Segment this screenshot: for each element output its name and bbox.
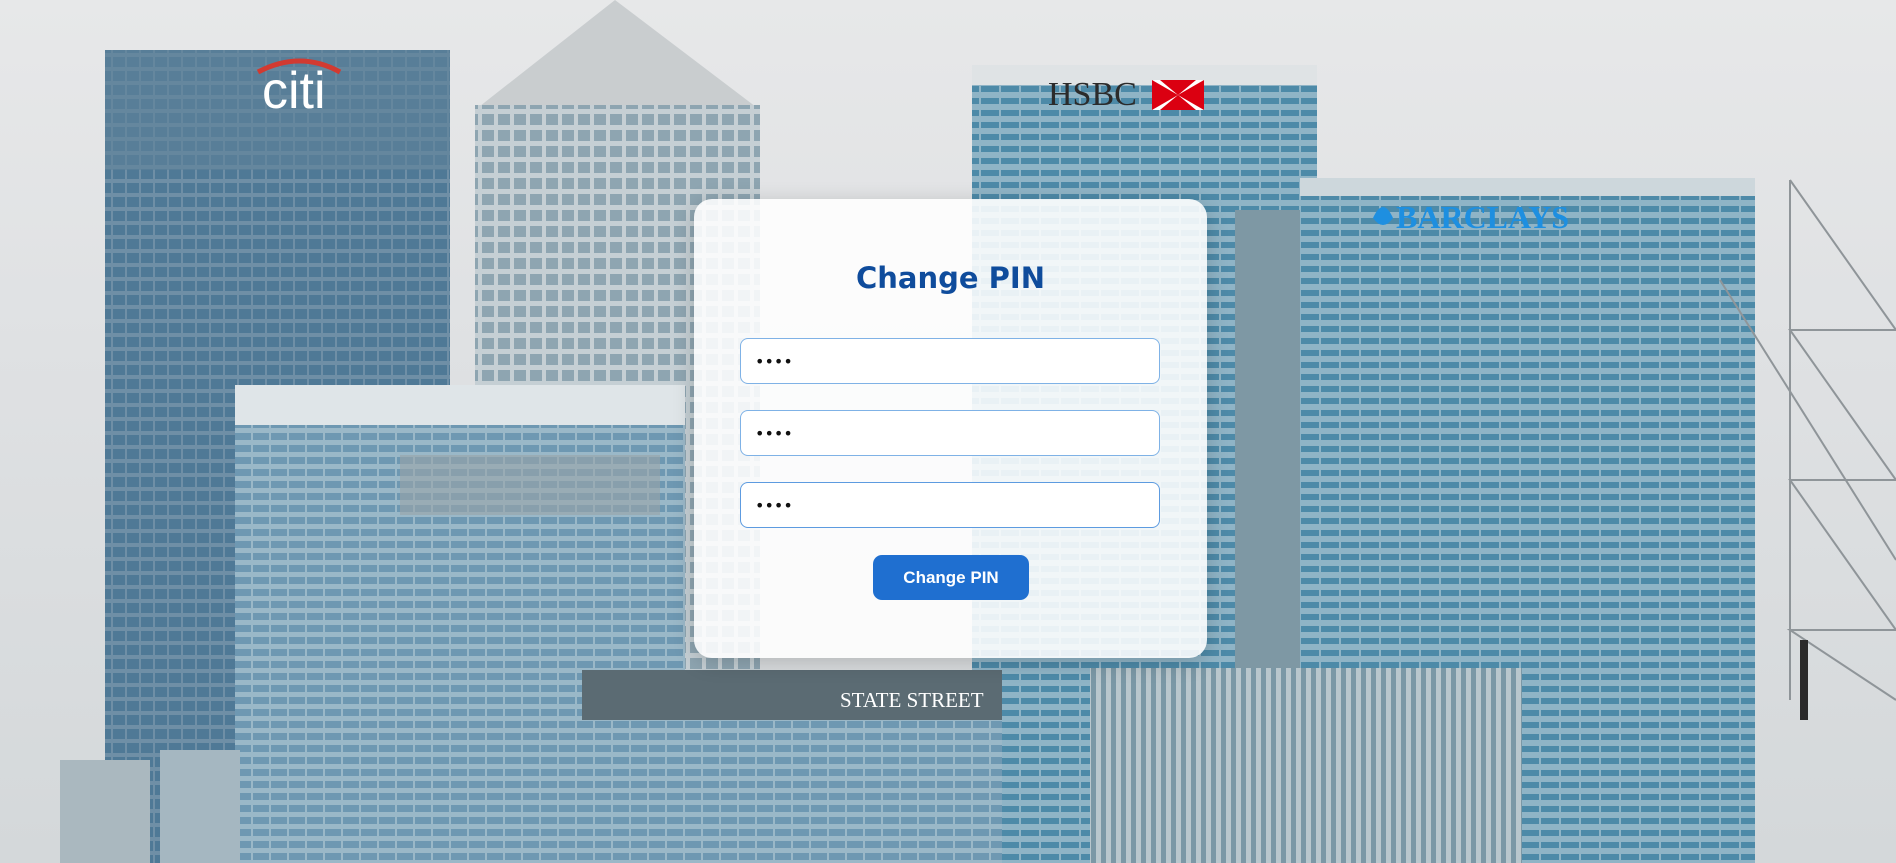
confirm-pin-input[interactable] (740, 482, 1160, 528)
hsbc-sign: HSBC (1048, 76, 1137, 113)
new-pin-input[interactable] (740, 410, 1160, 456)
hsbc-logo (1152, 80, 1204, 110)
citi-sign: citi (262, 62, 326, 120)
barclays-sign: BARCLAYS (1396, 199, 1569, 235)
form-title: Change PIN (856, 261, 1045, 295)
change-pin-card: Change PIN Change PIN (694, 199, 1207, 658)
change-pin-button[interactable]: Change PIN (873, 555, 1029, 600)
current-pin-input[interactable] (740, 338, 1160, 384)
state-street-sign: STATE STREET (840, 688, 984, 712)
